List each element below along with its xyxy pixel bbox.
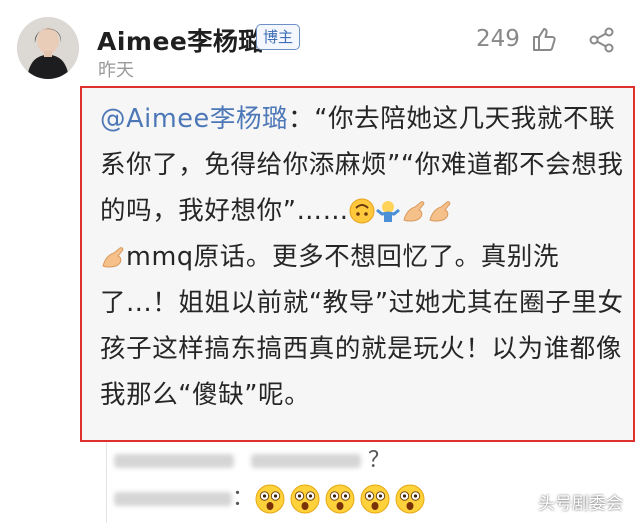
blogger-badge: 博主 xyxy=(256,24,301,50)
mention-link[interactable]: @Aimee李杨璐 xyxy=(100,104,288,134)
quoted-comment-box: @Aimee李杨璐：“你去陪她这几天我就不联系你了，免得给你添麻烦”“你难道都不… xyxy=(80,86,635,442)
ok-hand-emoji xyxy=(429,201,451,222)
reply-punctuation: ？ xyxy=(368,448,391,473)
quote-text-2: mmq原话。更多不想回忆了。真别洗了...！姐姐以前就“教导”过她尤其在圈子里女… xyxy=(100,242,624,410)
shocked-face-emoji xyxy=(325,484,355,514)
ok-hand-emoji xyxy=(403,201,425,222)
shocked-face-emoji xyxy=(290,484,320,514)
quoted-comment-text: @Aimee李杨璐：“你去陪她这几天我就不联系你了，免得给你添麻烦”“你难道都不… xyxy=(100,96,628,418)
shocked-face-emoji xyxy=(395,484,425,514)
blurred-reply-text xyxy=(251,454,361,468)
reply-colon: ： xyxy=(232,486,255,511)
shrug-emoji xyxy=(375,201,400,222)
reply-row[interactable]: ： xyxy=(114,480,429,515)
avatar[interactable] xyxy=(17,17,79,79)
reply-thread-line xyxy=(106,442,107,523)
username[interactable]: Aimee李杨璐 xyxy=(97,22,264,58)
shocked-face-emoji xyxy=(255,484,285,514)
like-icon[interactable] xyxy=(531,26,557,56)
upside-down-face-emoji xyxy=(349,198,375,224)
shocked-face-emoji xyxy=(360,484,390,514)
ok-hand-emoji xyxy=(102,247,124,268)
reply-row[interactable]: ？ xyxy=(114,442,390,474)
watermark: 头号剧委会 xyxy=(538,494,623,514)
blurred-reply-username xyxy=(114,492,232,506)
share-icon[interactable] xyxy=(588,27,616,57)
post-timestamp: 昨天 xyxy=(98,60,134,81)
blurred-reply-text xyxy=(114,454,234,468)
like-count: 249 xyxy=(476,26,520,52)
